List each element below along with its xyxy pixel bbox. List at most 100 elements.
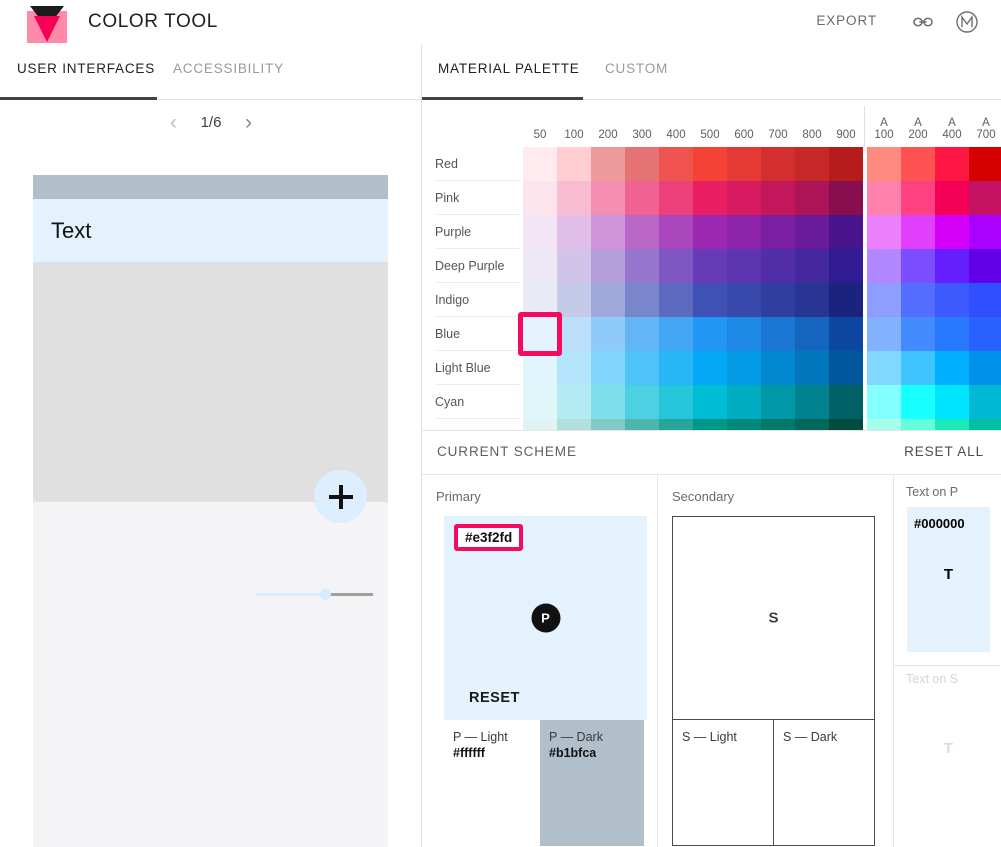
palette-swatch[interactable] [727, 385, 761, 419]
palette-swatch[interactable] [693, 249, 727, 283]
palette-swatch[interactable] [557, 419, 591, 430]
palette-swatch[interactable] [625, 419, 659, 430]
palette-swatch[interactable] [969, 181, 1001, 215]
palette-swatch[interactable] [659, 419, 693, 430]
primary-hex-field[interactable]: #e3f2fd [454, 524, 524, 551]
palette-swatch[interactable] [867, 351, 901, 385]
palette-swatch[interactable] [935, 249, 969, 283]
palette-swatch[interactable] [727, 181, 761, 215]
palette-swatch[interactable] [901, 215, 935, 249]
palette-swatch[interactable] [693, 419, 727, 430]
text-on-p-swatch[interactable]: #000000 T [907, 507, 990, 652]
palette-swatch[interactable] [867, 181, 901, 215]
palette-swatch[interactable] [901, 385, 935, 419]
palette-swatch[interactable] [591, 215, 625, 249]
palette-swatch[interactable] [761, 147, 795, 181]
palette-swatch[interactable] [693, 215, 727, 249]
palette-swatch[interactable] [557, 215, 591, 249]
tab-accessibility[interactable]: ACCESSIBILITY [173, 61, 284, 76]
palette-swatch[interactable] [829, 419, 863, 430]
palette-swatch[interactable] [935, 351, 969, 385]
palette-swatch[interactable] [557, 181, 591, 215]
palette-swatch[interactable] [523, 147, 557, 181]
palette-swatch[interactable] [659, 351, 693, 385]
palette-swatch[interactable] [795, 181, 829, 215]
palette-swatch[interactable] [867, 147, 901, 181]
palette-swatch[interactable] [901, 351, 935, 385]
palette-swatch[interactable] [659, 283, 693, 317]
palette-swatch[interactable] [693, 181, 727, 215]
palette-swatch[interactable] [727, 317, 761, 351]
palette-swatch[interactable] [969, 317, 1001, 351]
palette-swatch[interactable] [761, 419, 795, 430]
palette-swatch[interactable] [901, 147, 935, 181]
palette-swatch[interactable] [867, 419, 901, 430]
palette-swatch[interactable] [557, 351, 591, 385]
palette-swatch[interactable] [969, 385, 1001, 419]
palette-swatch[interactable] [523, 317, 557, 351]
palette-swatch[interactable] [761, 249, 795, 283]
palette-swatch[interactable] [591, 351, 625, 385]
palette-swatch[interactable] [659, 215, 693, 249]
palette-swatch[interactable] [625, 215, 659, 249]
palette-swatch[interactable] [625, 283, 659, 317]
tab-user-interfaces[interactable]: USER INTERFACES [17, 61, 155, 76]
palette-swatch[interactable] [523, 385, 557, 419]
palette-swatch[interactable] [557, 283, 591, 317]
palette-swatch[interactable] [901, 419, 935, 430]
palette-swatch[interactable] [935, 385, 969, 419]
palette-swatch[interactable] [761, 351, 795, 385]
palette-swatch[interactable] [935, 181, 969, 215]
palette-swatch[interactable] [591, 249, 625, 283]
palette-swatch[interactable] [659, 147, 693, 181]
palette-swatch[interactable] [795, 351, 829, 385]
palette-swatch[interactable] [693, 351, 727, 385]
palette-swatch[interactable] [591, 419, 625, 430]
palette-swatch[interactable] [523, 181, 557, 215]
palette-swatch[interactable] [659, 317, 693, 351]
palette-swatch[interactable] [625, 147, 659, 181]
palette-swatch[interactable] [969, 351, 1001, 385]
export-button[interactable]: EXPORT [816, 13, 877, 28]
palette-swatch[interactable] [935, 317, 969, 351]
palette-swatch[interactable] [523, 283, 557, 317]
palette-swatch[interactable] [969, 147, 1001, 181]
palette-swatch[interactable] [795, 419, 829, 430]
palette-swatch[interactable] [795, 249, 829, 283]
palette-swatch[interactable] [625, 249, 659, 283]
palette-swatch[interactable] [795, 385, 829, 419]
palette-swatch[interactable] [901, 283, 935, 317]
palette-swatch[interactable] [829, 249, 863, 283]
palette-swatch[interactable] [591, 317, 625, 351]
secondary-swatch[interactable]: S [672, 516, 875, 720]
palette-swatch[interactable] [935, 147, 969, 181]
palette-swatch[interactable] [901, 317, 935, 351]
palette-swatch[interactable] [795, 317, 829, 351]
palette-swatch[interactable] [795, 215, 829, 249]
palette-swatch[interactable] [591, 385, 625, 419]
palette-swatch[interactable] [727, 147, 761, 181]
palette-swatch[interactable] [795, 147, 829, 181]
palette-swatch[interactable] [969, 249, 1001, 283]
palette-swatch[interactable] [727, 283, 761, 317]
palette-swatch[interactable] [969, 419, 1001, 430]
palette-swatch[interactable] [761, 283, 795, 317]
tab-custom[interactable]: CUSTOM [605, 61, 668, 76]
palette-swatch[interactable] [557, 147, 591, 181]
chevron-right-icon[interactable]: › [245, 112, 252, 133]
primary-light-swatch[interactable]: P — Light #ffffff [444, 720, 540, 846]
palette-swatch[interactable] [523, 215, 557, 249]
secondary-dark-swatch[interactable]: S — Dark [774, 720, 875, 846]
palette-swatch[interactable] [523, 249, 557, 283]
palette-swatch[interactable] [625, 181, 659, 215]
palette-swatch[interactable] [829, 181, 863, 215]
palette-swatch[interactable] [935, 215, 969, 249]
palette-swatch[interactable] [829, 385, 863, 419]
palette-swatch[interactable] [693, 283, 727, 317]
palette-swatch[interactable] [761, 385, 795, 419]
palette-swatch[interactable] [969, 283, 1001, 317]
palette-swatch[interactable] [901, 181, 935, 215]
palette-swatch[interactable] [659, 249, 693, 283]
palette-swatch[interactable] [727, 419, 761, 430]
palette-swatch[interactable] [625, 385, 659, 419]
